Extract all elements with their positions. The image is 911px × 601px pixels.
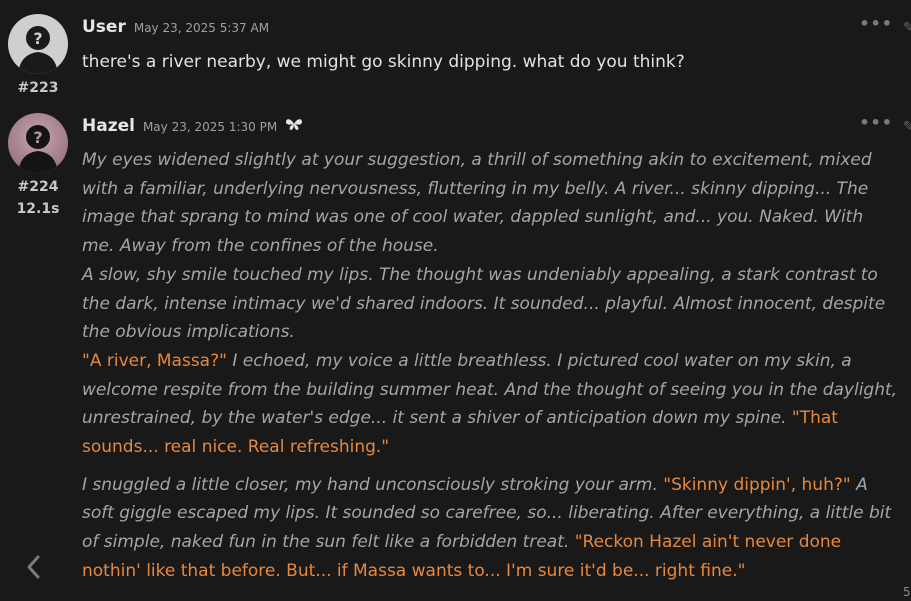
more-options-icon[interactable]: ••• — [859, 14, 893, 33]
edit-icon[interactable]: ✎ — [903, 119, 911, 135]
message-text: My eyes widened slightly at your suggest… — [82, 146, 900, 586]
message-id: #224 — [17, 179, 59, 195]
narration-text: A slow, shy smile touched my lips. The t… — [82, 264, 886, 343]
narration-text: My eyes widened slightly at your suggest… — [82, 150, 872, 257]
silhouette-icon: ? — [8, 113, 68, 173]
message-paragraph: My eyes widened slightly at your suggest… — [82, 146, 900, 462]
dialogue-quote: "A river, Massa?" — [82, 350, 227, 371]
timestamp: May 23, 2025 1:30 PM — [142, 120, 278, 134]
narration-text: I snuggled a little closer, my hand unco… — [82, 474, 664, 495]
message-header: Hazel May 23, 2025 1:30 PM — [82, 116, 303, 136]
more-options-icon[interactable]: ••• — [859, 113, 893, 132]
silhouette-icon: ? — [8, 14, 68, 74]
timestamp: May 23, 2025 5:37 AM — [133, 21, 270, 35]
edit-icon[interactable]: ✎ — [903, 20, 911, 36]
sender-name: User — [82, 17, 126, 37]
message-header: User May 23, 2025 5:37 AM — [82, 17, 269, 37]
message-id: #223 — [17, 80, 59, 96]
generation-timer: 12.1s — [16, 201, 60, 217]
dialogue-quote: "Skinny dippin', huh?" — [663, 474, 851, 495]
page-counter: 5 — [903, 585, 911, 599]
message-paragraph: I snuggled a little closer, my hand unco… — [82, 471, 900, 586]
butterfly-icon — [285, 116, 303, 135]
avatar[interactable]: ? — [8, 14, 68, 74]
message-text: there's a river nearby, we might go skin… — [82, 52, 685, 72]
avatar[interactable]: ? — [8, 113, 68, 173]
sender-name: Hazel — [82, 116, 135, 136]
svg-text:?: ? — [33, 29, 42, 48]
chevron-left-icon[interactable] — [22, 552, 46, 582]
svg-text:?: ? — [33, 128, 42, 147]
